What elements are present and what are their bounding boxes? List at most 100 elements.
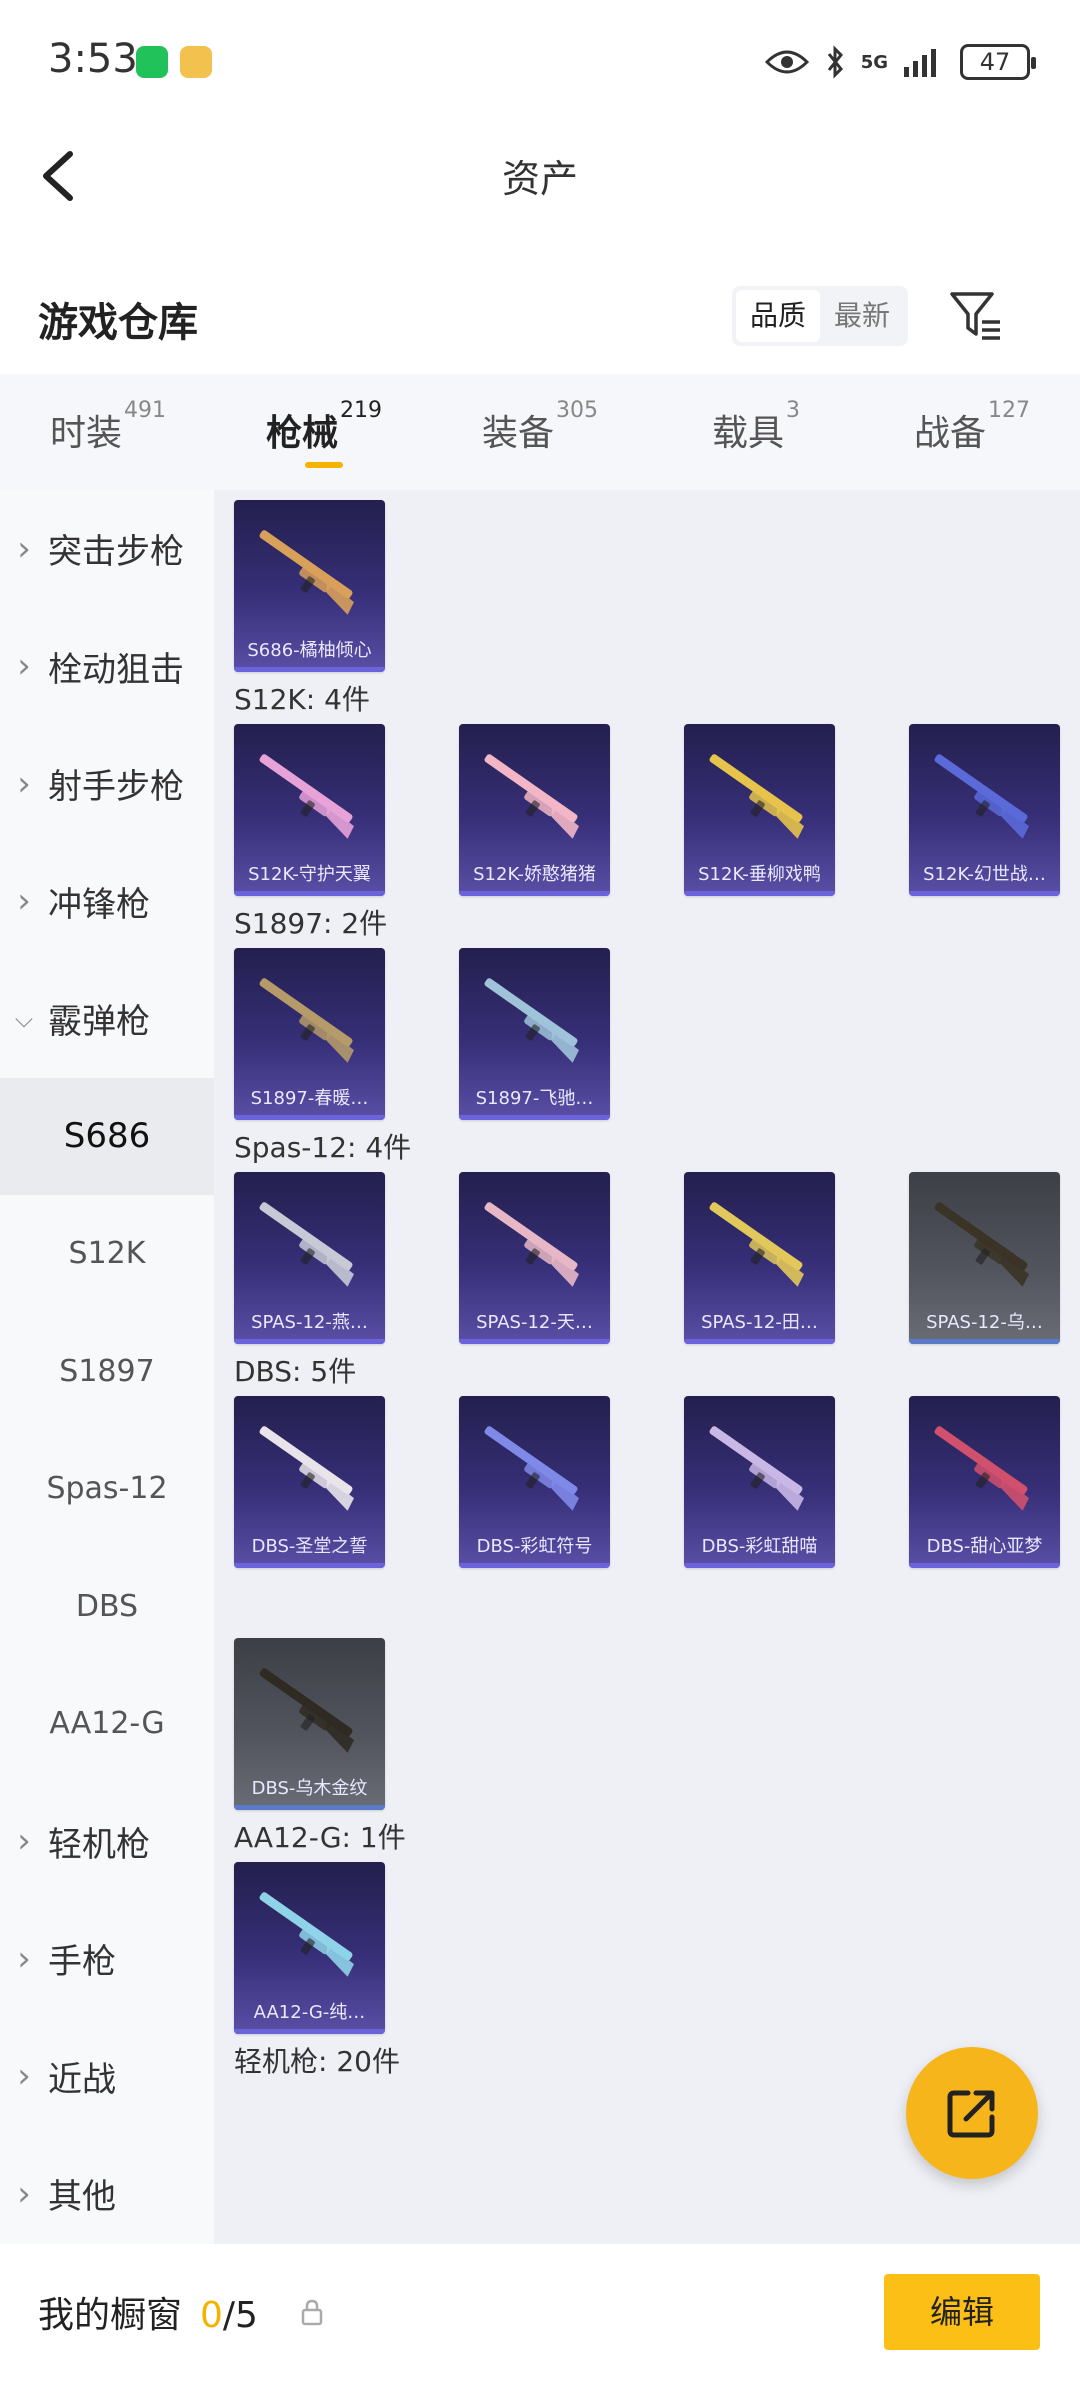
sidebar-item-label: 霰弹枪 [48,1002,150,1043]
tab-equipment[interactable]: 装备305 [432,374,648,490]
tab-supplies[interactable]: 战备127 [864,374,1080,490]
skin-card[interactable]: S1897-春暖… [234,948,385,1120]
sidebar-subitem[interactable]: S686 [0,1077,214,1195]
sidebar-category[interactable]: › 射手步枪 [0,725,214,843]
sidebar-item-label: DBS [75,1588,139,1624]
showcase-label: 我的橱窗 0/5 [38,2286,258,2338]
group-title: AA12-G: 1件 [234,1821,406,1854]
sidebar-item-label: 突击步枪 [48,532,184,573]
tab-firearms[interactable]: 枪械219 [216,374,432,490]
sidebar-subitem[interactable]: Spas-12 [0,1430,214,1548]
weapon-skin-icon [709,754,804,839]
weapon-skin-icon [934,1426,1029,1511]
skin-card[interactable]: SPAS-12-燕… [234,1172,385,1344]
status-time: 3:53 [48,36,138,82]
sidebar-item-label: 其他 [48,2177,116,2218]
sidebar-category[interactable]: › 轻机枪 [0,1783,214,1901]
skin-grid: DBS-圣堂之誓 DBS-彩虹符号 DBS-彩虹甜喵 DBS-甜心亚梦 DBS-乌木金纹 [234,1396,1080,1810]
app-notification-icon [180,46,212,78]
sidebar-subitem[interactable]: S1897 [0,1313,214,1431]
sidebar-item-label: S686 [63,1116,151,1157]
weapon-skin-icon [709,1426,804,1511]
lock-icon [301,2299,323,2326]
weapon-skin-icon [934,1202,1029,1287]
category-tabs: 时装491 枪械219 装备305 载具3 战备127 [0,374,1080,490]
skin-name: S686-橘柚倾心 [247,640,372,661]
skin-card[interactable]: DBS-乌木金纹 [234,1638,385,1810]
active-tab-indicator [305,462,343,468]
showcase-total: /5 [222,2295,258,2336]
skin-card[interactable]: SPAS-12-乌… [909,1172,1060,1344]
sidebar-category[interactable]: › 其他 [0,2135,214,2253]
skin-card[interactable]: SPAS-12-天… [459,1172,610,1344]
weapon-skin-icon [259,1668,354,1753]
warehouse-title: 游戏仓库 [38,300,198,346]
chevron-right-icon: › [17,881,31,922]
share-button[interactable] [906,2047,1038,2179]
skin-card[interactable]: S12K-娇憨猪猪 [459,724,610,896]
sidebar-category[interactable]: ⌵ 霰弹枪 [0,960,214,1078]
group-title: DBS: 5件 [234,1355,357,1388]
skin-card[interactable]: S12K-垂柳戏鸭 [684,724,835,896]
weapon-skin-icon [259,754,354,839]
network-type: 5G [860,51,888,73]
sidebar-category[interactable]: › 突击步枪 [0,490,214,608]
skin-card[interactable]: DBS-甜心亚梦 [909,1396,1060,1568]
weapon-skin-icon [259,1426,354,1511]
skin-name: S12K-垂柳戏鸭 [698,864,821,885]
skin-card[interactable]: SPAS-12-田… [684,1172,835,1344]
sidebar-category[interactable]: › 栓动狙击 [0,608,214,726]
bluetooth-icon [827,45,843,79]
skin-card[interactable]: DBS-彩虹甜喵 [684,1396,835,1568]
skin-card[interactable]: AA12-G-纯… [234,1862,385,2034]
signal-icon [904,49,936,77]
sidebar-subitem[interactable]: AA12-G [0,1665,214,1783]
skin-grid: S686-橘柚倾心 [234,500,1080,672]
skin-name: SPAS-12-乌… [926,1312,1043,1333]
tab-label: 装备 [481,413,554,454]
sidebar-subitem[interactable]: DBS [0,1548,214,1666]
weapon-type-sidebar: › 突击步枪 › 栓动狙击 › 射手步枪 › 冲锋枪 ⌵ 霰弹枪 S686 S12K S1897 Spas… [0,490,214,2244]
status-bar: 3:53 5G 47 [0,0,1080,120]
skin-card[interactable]: S12K-守护天翼 [234,724,385,896]
sort-latest-button[interactable]: 最新 [820,290,904,342]
sidebar-item-label: 冲锋枪 [48,884,150,925]
skin-card[interactable]: S686-橘柚倾心 [234,500,385,672]
page-header: 资产 [0,120,1080,230]
sidebar-item-label: 射手步枪 [48,767,184,808]
sort-quality-button[interactable]: 品质 [736,290,820,342]
weapon-skin-icon [259,530,354,615]
weapon-skin-icon [484,754,579,839]
weapon-skin-icon [934,754,1029,839]
skin-name: DBS-甜心亚梦 [926,1536,1043,1557]
sidebar-category[interactable]: › 手枪 [0,1900,214,2018]
weapon-skin-icon [484,1202,579,1287]
page-title: 资产 [501,157,578,201]
filter-icon[interactable] [948,288,1004,344]
share-external-icon [947,2090,995,2138]
weapon-skin-icon [259,1202,354,1287]
tab-vehicles[interactable]: 载具3 [648,374,864,490]
skin-name: DBS-彩虹甜喵 [701,1536,818,1557]
sidebar-subitem[interactable]: S12K [0,1195,214,1313]
edit-button[interactable]: 编辑 [884,2274,1040,2350]
skin-name: S12K-幻世战… [923,864,1046,885]
sidebar-category[interactable]: › 冲锋枪 [0,843,214,961]
group-title: Spas-12: 4件 [234,1131,412,1164]
showcase-bar: 我的橱窗 0/5 编辑 [0,2244,1080,2381]
sidebar-item-label: 手枪 [48,1942,116,1983]
tab-label: 枪械 [265,413,338,454]
eye-icon [764,50,809,74]
chevron-right-icon: › [17,1938,31,1979]
skin-card[interactable]: S12K-幻世战… [909,724,1060,896]
showcase-title: 我的橱窗 [38,2295,183,2336]
sidebar-category[interactable]: › 近战 [0,2018,214,2136]
skin-name: S12K-守护天翼 [248,864,371,885]
skin-name: SPAS-12-天… [476,1312,593,1333]
tab-fashion[interactable]: 时装491 [0,374,216,490]
skin-card[interactable]: S1897-飞驰… [459,948,610,1120]
skin-card[interactable]: DBS-圣堂之誓 [234,1396,385,1568]
skin-card[interactable]: DBS-彩虹符号 [459,1396,610,1568]
sort-toggle: 品质 最新 [732,286,908,346]
warehouse-bar: 游戏仓库 品质 最新 [0,260,1080,370]
